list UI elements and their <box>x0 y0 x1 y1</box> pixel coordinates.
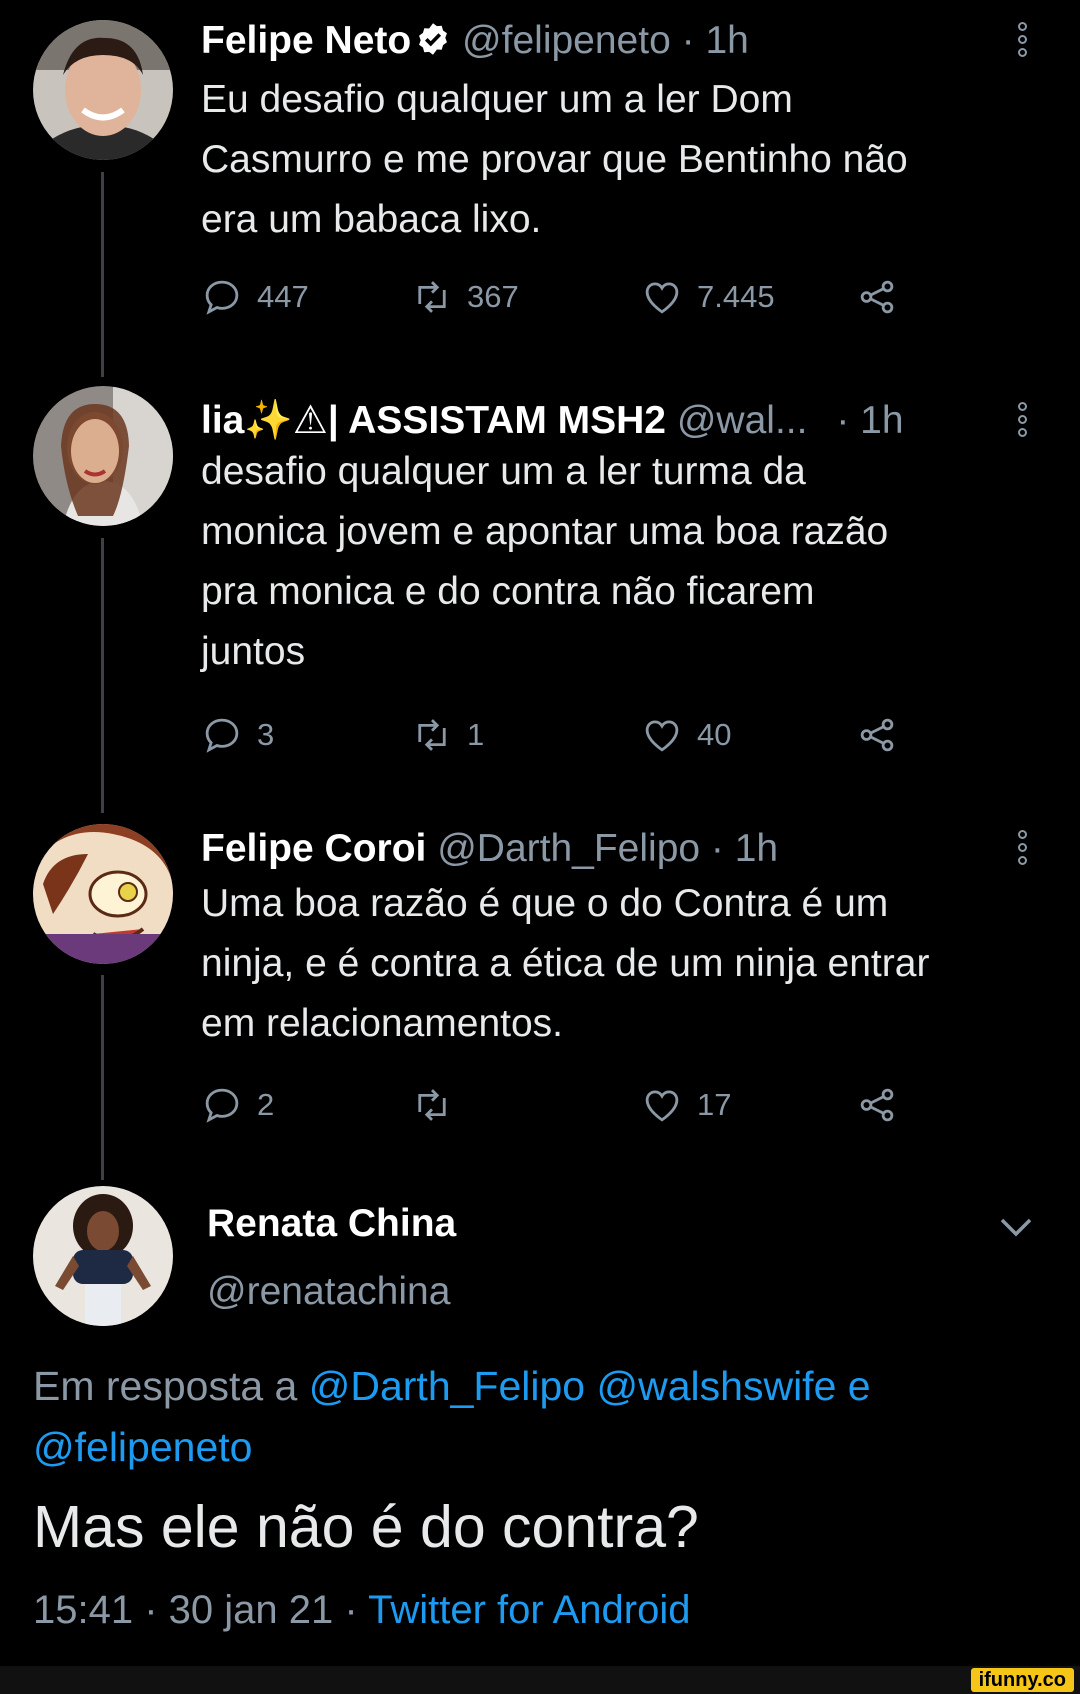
share-icon <box>860 718 894 752</box>
like-button[interactable]: 7.445 <box>641 276 775 318</box>
tweet-date: 30 jan 21 <box>168 1588 334 1632</box>
tweet-meta: 15:41 · 30 jan 21 · Twitter for Android <box>33 1588 691 1632</box>
tweet-line: pra monica e do contra não ficarem <box>201 570 815 613</box>
author-name[interactable]: lia✨⚠| ASSISTAM MSH2 <box>201 399 666 442</box>
tweet-text: Eu desafio qualquer um a ler Dom Casmurr… <box>201 70 1051 250</box>
tweet-header: Felipe Coroi @Darth_Felipo · 1h <box>201 826 778 872</box>
heart-icon <box>645 1090 679 1122</box>
reply-prefix: Em resposta a <box>33 1363 298 1409</box>
reply-button[interactable]: 3 <box>201 714 274 756</box>
reply-button[interactable]: 2 <box>201 1084 274 1126</box>
retweet-icon <box>418 1089 446 1121</box>
tweet-actions: 447 367 7.445 <box>201 276 921 328</box>
author-name[interactable]: Felipe Coroi <box>201 827 426 870</box>
tweet-line: ninja, e é contra a ética de um ninja en… <box>201 942 930 985</box>
tweet-line: desafio qualquer um a ler turma da <box>201 450 806 493</box>
like-count: 17 <box>697 1087 732 1122</box>
like-button[interactable]: 40 <box>641 714 731 756</box>
author-handle[interactable]: @felipeneto <box>462 19 671 62</box>
tweet-line: em relacionamentos. <box>201 1002 564 1045</box>
retweet-icon <box>418 281 446 313</box>
author-name[interactable]: Felipe Neto <box>201 19 411 62</box>
tweet-line: juntos <box>201 630 306 673</box>
retweet-button[interactable]: 1 <box>411 714 484 756</box>
more-options-icon[interactable] <box>1016 402 1028 437</box>
watermark-bar: ifunny.co <box>0 1666 1080 1694</box>
verified-badge-icon <box>415 21 451 68</box>
retweet-button[interactable]: 367 <box>411 276 519 318</box>
tweet-actions: 3 1 40 <box>201 714 921 766</box>
more-options-icon[interactable] <box>1016 22 1028 57</box>
avatar[interactable] <box>33 824 173 964</box>
more-options-icon[interactable] <box>1016 830 1028 865</box>
retweet-button[interactable] <box>411 1084 467 1126</box>
like-count: 7.445 <box>697 279 775 314</box>
tweet-text: Uma boa razão é que o do Contra é um nin… <box>201 874 1051 1054</box>
share-button[interactable] <box>856 714 898 756</box>
tweet-line: era um babaca lixo. <box>201 198 542 241</box>
tweet[interactable]: Felipe Coroi @Darth_Felipo · 1h Uma boa … <box>0 808 1080 1138</box>
tweet-text: desafio qualquer um a ler turma da monic… <box>201 442 1051 682</box>
retweet-count: 367 <box>467 279 519 314</box>
reply-icon <box>205 280 239 315</box>
reply-conjunction: e <box>847 1363 871 1409</box>
main-tweet-text: Mas ele não é do contra? <box>33 1494 699 1560</box>
tweet-timestamp: 15:41 <box>33 1588 134 1632</box>
like-count: 40 <box>697 717 732 752</box>
share-icon <box>860 280 894 314</box>
chevron-down-icon[interactable] <box>996 1212 1036 1247</box>
tweet-line: Casmurro e me provar que Bentinho não <box>201 138 908 181</box>
tweet[interactable]: Felipe Neto @felipeneto · 1h Eu desafio … <box>0 0 1080 370</box>
share-button[interactable] <box>856 276 898 318</box>
tweet-time: · 1h <box>710 827 779 870</box>
reply-button[interactable]: 447 <box>201 276 309 318</box>
avatar[interactable] <box>33 1186 173 1326</box>
tweet-header: Felipe Neto @felipeneto · 1h <box>201 18 749 68</box>
reply-count: 2 <box>257 1087 275 1122</box>
reply-icon <box>205 718 239 753</box>
tweet-line: Eu desafio qualquer um a ler Dom <box>201 78 793 121</box>
tweet-source[interactable]: Twitter for Android <box>368 1588 690 1632</box>
tweet-actions: 2 17 <box>201 1084 921 1136</box>
tweet-time: · 1h <box>681 19 749 62</box>
reply-mention[interactable]: @Darth_Felipo <box>309 1363 585 1409</box>
tweet-line: monica jovem e apontar uma boa razão <box>201 510 889 553</box>
tweet[interactable]: lia✨⚠| ASSISTAM MSH2 @wal... · 1h desafi… <box>0 380 1080 780</box>
heart-icon <box>645 282 679 314</box>
avatar[interactable] <box>33 20 173 160</box>
retweet-icon <box>418 719 446 751</box>
avatar[interactable] <box>33 386 173 526</box>
like-button[interactable]: 17 <box>641 1084 731 1126</box>
reply-mention[interactable]: @walshswife <box>597 1363 837 1409</box>
watermark-logo: ifunny.co <box>970 1668 1074 1692</box>
author-handle[interactable]: @Darth_Felipo <box>437 827 700 870</box>
reply-count: 447 <box>257 279 309 314</box>
tweet-time: · 1h <box>836 399 904 442</box>
reply-icon <box>205 1088 239 1123</box>
author-name[interactable]: Renata China <box>207 1202 456 1246</box>
share-button[interactable] <box>856 1084 898 1126</box>
tweet-line: Uma boa razão é que o do Contra é um <box>201 882 889 925</box>
reply-context: Em resposta a @Darth_Felipo @walshswife … <box>33 1356 1033 1478</box>
retweet-count: 1 <box>467 717 485 752</box>
heart-icon <box>645 720 679 752</box>
reply-mention[interactable]: @felipeneto <box>33 1424 252 1470</box>
author-handle[interactable]: @renatachina <box>207 1270 450 1314</box>
tweet-header: lia✨⚠| ASSISTAM MSH2 @wal... · 1h <box>201 398 904 444</box>
share-icon <box>860 1088 894 1122</box>
reply-count: 3 <box>257 717 275 752</box>
author-handle[interactable]: @wal... <box>677 399 808 442</box>
